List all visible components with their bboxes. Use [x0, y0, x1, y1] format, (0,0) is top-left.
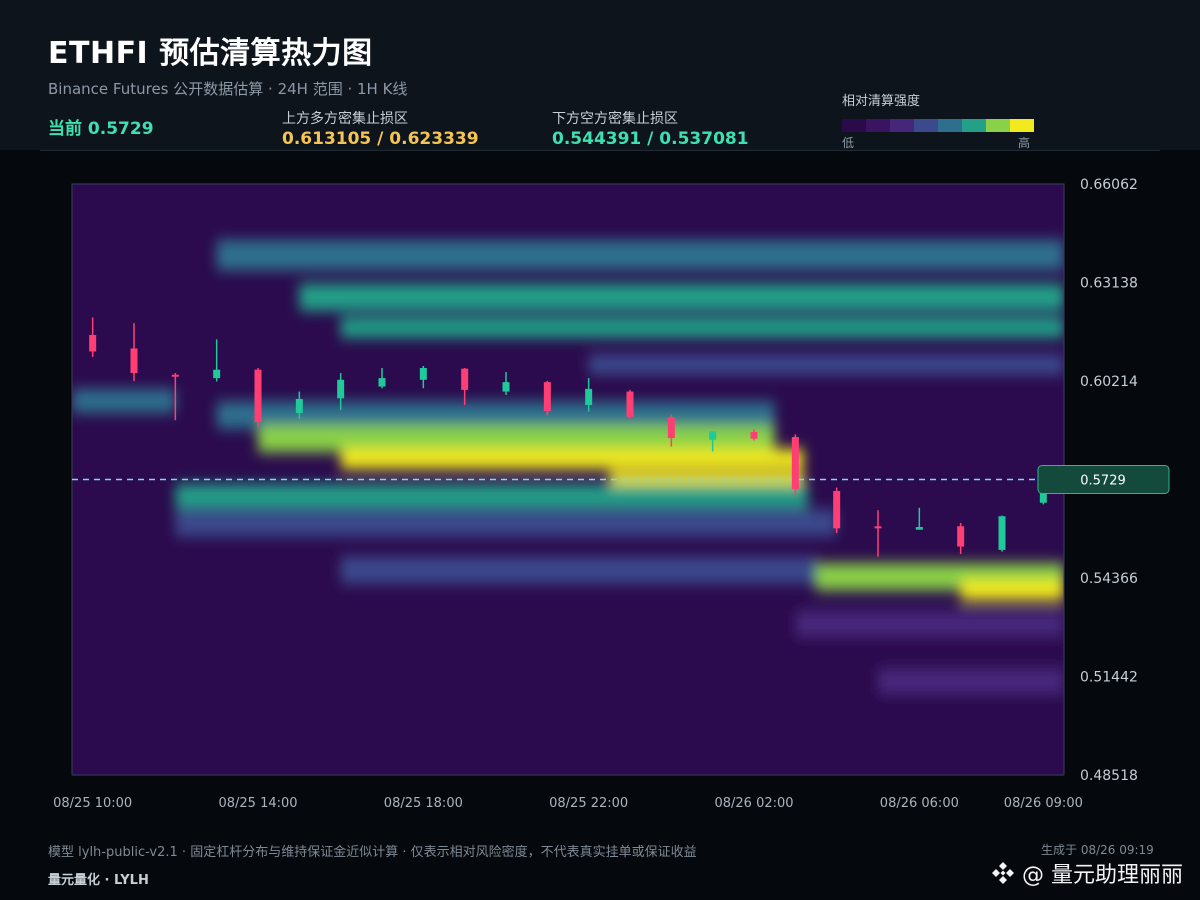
candle-body	[543, 382, 551, 412]
liquidation-band	[175, 484, 808, 508]
y-tick-label: 0.66062	[1080, 177, 1138, 193]
x-tick-label: 08/26 09:00	[1004, 796, 1083, 811]
liquidation-band	[340, 556, 816, 584]
liquidation-band	[588, 354, 1064, 375]
candle-body	[254, 369, 262, 422]
generated-time: 生成于 08/26 09:19	[1041, 843, 1154, 857]
liquidation-band	[299, 283, 1064, 311]
y-tick-label: 0.54366	[1080, 571, 1138, 587]
liquidation-band	[258, 425, 775, 453]
binance-logo-icon	[992, 862, 1014, 884]
candle-body	[89, 334, 97, 352]
liquidation-band	[960, 580, 1064, 601]
current-price-tag-text: 0.5729	[1080, 474, 1126, 489]
liquidation-band	[878, 667, 1064, 695]
candle-body	[337, 379, 345, 399]
candle-body	[915, 526, 923, 530]
legend-colorbar	[842, 119, 1034, 132]
legend-title: 相对清算强度	[842, 94, 921, 109]
candle-body	[998, 516, 1006, 550]
page-subtitle: Binance Futures 公开数据估算 · 24H 范围 · 1H K线	[48, 80, 408, 98]
footer-note: 模型 lylh-public-v2.1 · 固定杠杆分布与维持保证金近似计算 ·…	[48, 845, 697, 860]
upper-zone-block: 上方多方密集止损区 0.613105 / 0.623339	[282, 108, 479, 149]
x-tick-label: 08/25 22:00	[549, 796, 628, 811]
x-axis: 08/25 10:00 08/25 14:00 08/25 18:00 08/25 2…	[53, 796, 1083, 811]
legend-high-label: 高	[1018, 136, 1031, 150]
page-title: ETHFI 预估清算热力图	[48, 36, 373, 71]
y-tick-label: 0.60214	[1080, 374, 1138, 390]
candle-body	[791, 437, 799, 490]
candle-body	[667, 417, 675, 439]
liquidation-band	[795, 610, 1064, 638]
y-tick-label: 0.51442	[1080, 670, 1138, 686]
y-tick-label: 0.63138	[1080, 276, 1138, 292]
legend-swatch	[842, 119, 866, 132]
legend-swatch	[962, 119, 986, 132]
lower-zone-block: 下方空方密集止损区 0.544391 / 0.537081	[552, 108, 749, 149]
x-tick-label: 08/25 10:00	[53, 796, 132, 811]
legend-swatch	[890, 119, 914, 132]
lower-zone-label: 下方空方密集止损区	[552, 111, 678, 127]
liquidation-band	[340, 317, 1064, 338]
intensity-legend: 相对清算强度 低 高	[842, 90, 1034, 150]
x-tick-label: 08/26 06:00	[880, 796, 959, 811]
legend-swatch	[986, 119, 1010, 132]
watermark-text: @ 量元助理丽丽	[1022, 863, 1183, 888]
candle-body	[461, 368, 469, 390]
liquidation-band	[175, 509, 837, 537]
x-tick-label: 08/26 02:00	[714, 796, 793, 811]
candle-body	[295, 398, 303, 414]
liquidation-heatmap-chart: 0.66062 0.63138 0.60214 0.54366 0.51442 0.485…	[53, 177, 1170, 811]
upper-zone-label: 上方多方密集止损区	[282, 111, 408, 127]
liquidation-band	[216, 239, 1064, 271]
candle-body	[874, 526, 882, 529]
liquidation-band	[340, 448, 804, 470]
current-price-tag: 0.5729	[1037, 465, 1170, 494]
lower-zone-value: 0.544391 / 0.537081	[552, 129, 749, 149]
candle-body	[171, 374, 179, 377]
candle-body	[419, 367, 427, 380]
candle-body	[626, 391, 634, 417]
current-price-label: 当前 0.5729	[48, 119, 154, 139]
candle-body	[585, 388, 593, 406]
liquidation-band	[72, 389, 176, 413]
candle-body	[709, 431, 717, 440]
candle-body	[213, 369, 221, 379]
candle-body	[130, 348, 138, 374]
legend-swatch	[938, 119, 962, 132]
legend-low-label: 低	[842, 136, 855, 150]
legend-swatch	[914, 119, 938, 132]
watermark: @ 量元助理丽丽	[990, 857, 1183, 889]
x-tick-label: 08/25 18:00	[384, 796, 463, 811]
candle-body	[750, 432, 758, 439]
footer-brand: 量元量化 · LYLH	[48, 873, 149, 888]
upper-zone-value: 0.613105 / 0.623339	[282, 129, 479, 149]
candle-body	[957, 526, 965, 547]
candle-body	[378, 378, 386, 387]
legend-swatch	[1010, 119, 1034, 132]
candle-body	[833, 490, 841, 529]
y-tick-label: 0.48518	[1080, 768, 1138, 784]
x-tick-label: 08/25 14:00	[218, 796, 297, 811]
candle-body	[502, 382, 510, 392]
legend-swatch	[866, 119, 890, 132]
